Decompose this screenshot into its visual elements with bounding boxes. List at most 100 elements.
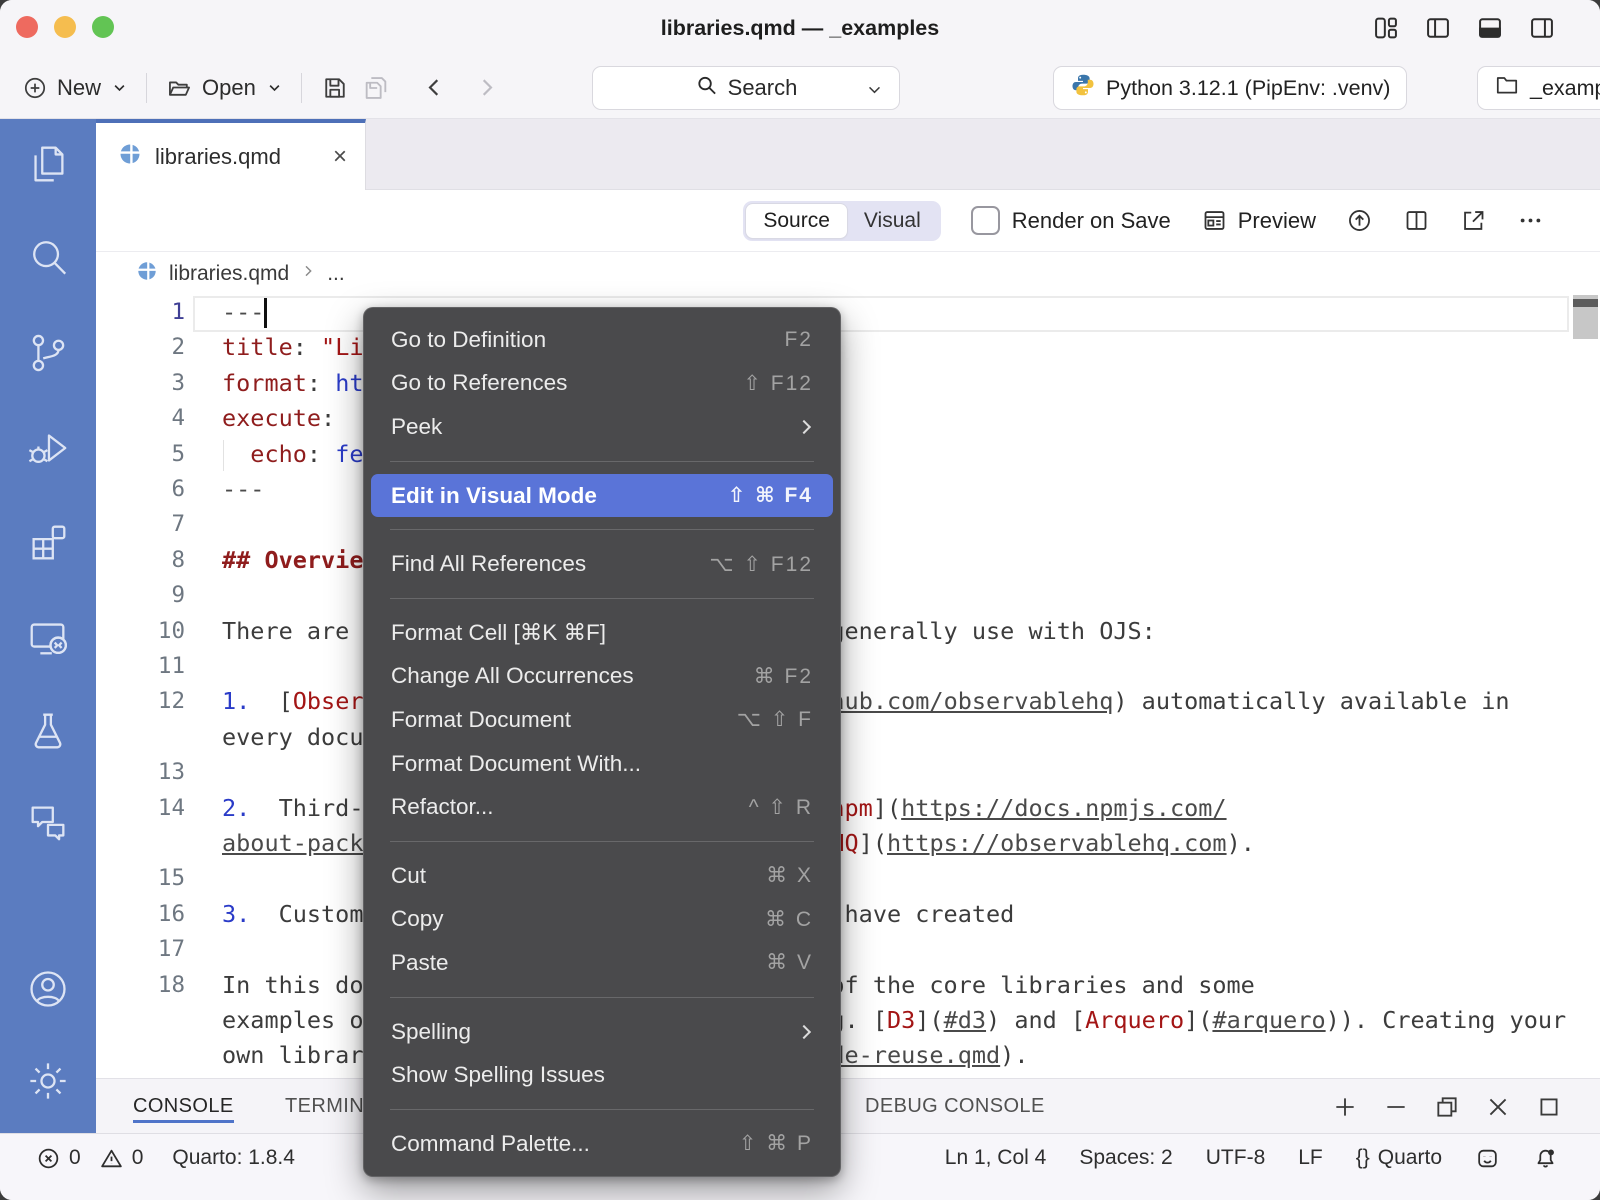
code-line[interactable]: 10There are three types of libraries you…	[96, 614, 1600, 650]
sidebar-item-extensions[interactable]	[25, 519, 71, 565]
code-line[interactable]: 15	[96, 861, 1600, 897]
code-line[interactable]: 121. [Observable core libraries](https:/…	[96, 684, 1600, 720]
breadcrumb-file[interactable]: libraries.qmd	[169, 262, 289, 286]
publish-icon[interactable]	[1346, 207, 1373, 234]
code-line[interactable]: 163. Custom libraries you or your collea…	[96, 897, 1600, 933]
sidebar-item-remote-sessions[interactable]	[25, 614, 71, 660]
close-tab-icon[interactable]: ×	[333, 145, 347, 169]
open-button[interactable]: Open	[166, 74, 282, 101]
code-line[interactable]: 13	[96, 755, 1600, 791]
menu-item-format-document[interactable]: Format Document⌥ ⇧ F	[364, 698, 840, 742]
customize-layout-icon[interactable]	[1372, 14, 1400, 42]
code-line[interactable]: 2title: "Libraries"	[96, 330, 1600, 366]
render-on-save-checkbox[interactable]	[971, 206, 1000, 235]
code-line[interactable]: 9	[96, 578, 1600, 614]
panel-maximize-icon[interactable]	[1536, 1094, 1562, 1120]
menu-item-copy[interactable]: Copy⌘ C	[364, 898, 840, 942]
menu-item-refactor[interactable]: Refactor...^ ⇧ R	[364, 785, 840, 829]
source-mode-button[interactable]: Source	[746, 204, 847, 238]
code-line[interactable]: 18In this document we'll provide an over…	[96, 968, 1600, 1004]
menu-item-spelling[interactable]: Spelling	[364, 1010, 840, 1054]
sidebar-item-run-debug[interactable]	[25, 425, 71, 471]
menu-item-cut[interactable]: Cut⌘ X	[364, 854, 840, 898]
breadcrumb-more[interactable]: ...	[327, 262, 345, 286]
interpreter-selector[interactable]: Python 3.12.1 (PipEnv: .venv)	[1053, 66, 1407, 110]
panel-minimize-icon[interactable]	[1383, 1094, 1409, 1120]
more-actions-icon[interactable]	[1517, 207, 1544, 234]
forward-icon[interactable]	[473, 74, 500, 101]
cursor-position-status[interactable]: Ln 1, Col 4	[945, 1146, 1047, 1170]
panel-restore-icon[interactable]	[1434, 1094, 1460, 1120]
code-line[interactable]: every document.	[96, 720, 1600, 756]
code-line[interactable]: own libraries is covered in [Code Reuse]…	[96, 1038, 1600, 1074]
sidebar-item-source-control[interactable]	[25, 330, 71, 376]
notifications-bell-icon[interactable]	[1533, 1146, 1558, 1171]
tab-libraries-qmd[interactable]: libraries.qmd ×	[96, 119, 366, 190]
open-in-new-window-icon[interactable]	[1460, 207, 1487, 234]
new-button[interactable]: New	[22, 75, 127, 101]
code-line[interactable]: examples of using third party libraries …	[96, 1003, 1600, 1039]
problems-status[interactable]: 0 0	[36, 1146, 143, 1171]
menu-item-go-to-references[interactable]: Go to References⇧ F12	[364, 362, 840, 406]
warning-icon	[99, 1146, 124, 1171]
quarto-icon	[136, 260, 158, 288]
menu-item-command-palette[interactable]: Command Palette...⇧ ⌘ P	[364, 1122, 840, 1166]
panel-close-icon[interactable]	[1485, 1094, 1511, 1120]
sidebar-item-testing[interactable]	[25, 708, 71, 754]
menu-shortcut: ⌥ ⇧ F12	[709, 552, 813, 577]
panel-add-icon[interactable]	[1332, 1094, 1358, 1120]
code-line[interactable]: 7	[96, 507, 1600, 543]
code-editor[interactable]: 1---2title: "Libraries"3format: html4exe…	[96, 295, 1600, 1078]
code-line[interactable]: about-packages-and-modules) and [Observa…	[96, 826, 1600, 862]
menu-item-show-spelling-issues[interactable]: Show Spelling Issues	[364, 1053, 840, 1097]
quarto-version-status[interactable]: Quarto: 1.8.4	[172, 1146, 295, 1170]
menu-separator	[390, 1109, 814, 1110]
chevron-down-icon	[267, 75, 282, 101]
eol-status[interactable]: LF	[1298, 1146, 1323, 1170]
project-selector[interactable]: _examples	[1477, 66, 1600, 110]
code-line[interactable]: 6---	[96, 472, 1600, 508]
line-number: 2	[96, 330, 185, 365]
search-input[interactable]: Search	[592, 66, 900, 110]
menu-item-edit-in-visual-mode[interactable]: Edit in Visual Mode⇧ ⌘ F4	[371, 474, 833, 518]
menu-shortcut: ⇧ ⌘ F4	[728, 483, 813, 508]
visual-mode-button[interactable]: Visual	[847, 204, 938, 238]
sidebar-item-search[interactable]	[25, 235, 71, 281]
code-line[interactable]: 8## Overview	[96, 543, 1600, 579]
code-line[interactable]: 4execute:	[96, 401, 1600, 437]
code-line[interactable]: 5 echo: fenced	[96, 437, 1600, 473]
code-line[interactable]: 3format: html	[96, 366, 1600, 402]
toggle-primary-sidebar-icon[interactable]	[1424, 14, 1452, 42]
panel-tab-console[interactable]: CONSOLE	[133, 1079, 234, 1134]
line-number: 18	[96, 968, 185, 1003]
language-mode-status[interactable]: {} Quarto	[1356, 1146, 1442, 1170]
panel-tab-debug-console[interactable]: DEBUG CONSOLE	[865, 1079, 1045, 1134]
toggle-panel-icon[interactable]	[1476, 14, 1504, 42]
plus-circle-icon	[22, 75, 48, 101]
code-line[interactable]: 17	[96, 932, 1600, 968]
menu-item-peek[interactable]: Peek	[364, 405, 840, 449]
back-icon[interactable]	[421, 74, 448, 101]
menu-item-paste[interactable]: Paste⌘ V	[364, 941, 840, 985]
submenu-arrow-icon	[797, 420, 811, 434]
encoding-status[interactable]: UTF-8	[1206, 1146, 1266, 1170]
save-all-icon[interactable]	[362, 74, 390, 102]
sidebar-item-settings[interactable]	[25, 1058, 71, 1104]
code-line[interactable]: 11	[96, 649, 1600, 685]
code-line[interactable]: 1---	[96, 295, 1600, 331]
sidebar-item-explorer[interactable]	[25, 141, 71, 187]
menu-item-format-document-with[interactable]: Format Document With...	[364, 742, 840, 786]
menu-item-go-to-definition[interactable]: Go to DefinitionF2	[364, 318, 840, 362]
toggle-secondary-sidebar-icon[interactable]	[1528, 14, 1556, 42]
code-line[interactable]: 142. Third-party JavaScript libraries fr…	[96, 791, 1600, 827]
menu-item-change-all-occurrences[interactable]: Change All Occurrences⌘ F2	[364, 655, 840, 699]
menu-item-format-cell-k-f[interactable]: Format Cell [⌘K ⌘F]	[364, 611, 840, 655]
split-editor-icon[interactable]	[1403, 207, 1430, 234]
menu-item-find-all-references[interactable]: Find All References⌥ ⇧ F12	[364, 542, 840, 586]
save-icon[interactable]	[321, 74, 349, 102]
sidebar-item-comments[interactable]	[25, 799, 71, 845]
sidebar-item-account[interactable]	[25, 966, 71, 1012]
feedback-smiley-icon[interactable]	[1475, 1146, 1500, 1171]
preview-button[interactable]: Preview	[1201, 207, 1316, 234]
indentation-status[interactable]: Spaces: 2	[1079, 1146, 1172, 1170]
